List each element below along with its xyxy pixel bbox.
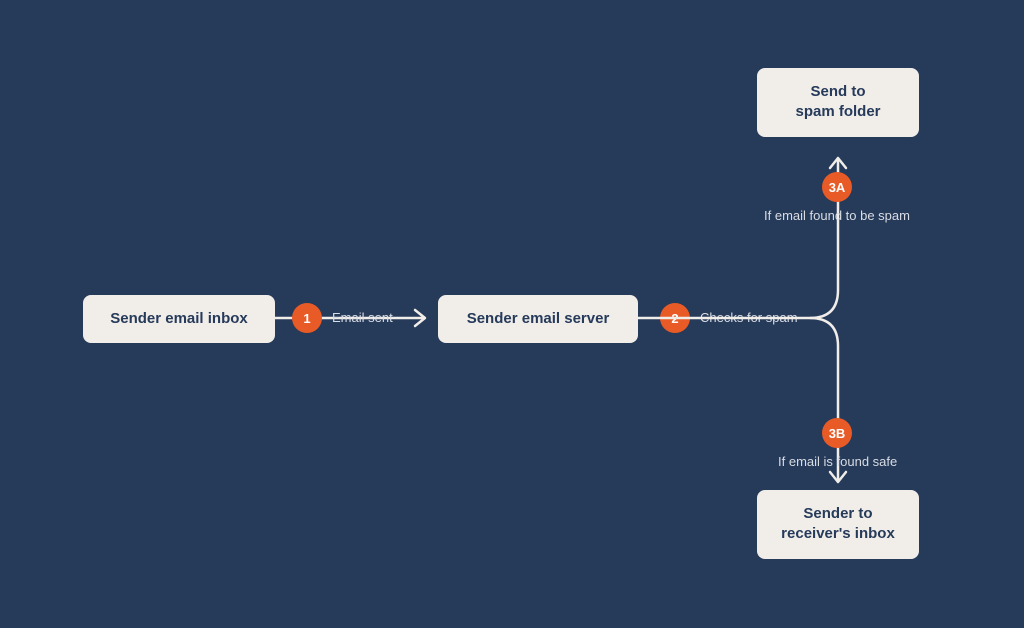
step-badge-3b-num: 3B: [829, 426, 846, 441]
step-badge-2-num: 2: [671, 311, 678, 326]
node-spam-folder-line1: Send to: [779, 82, 897, 102]
node-sender-server-label: Sender email server: [467, 310, 610, 327]
node-sender-server: Sender email server: [438, 295, 638, 343]
step-badge-3b: 3B: [822, 418, 852, 448]
node-sender-inbox: Sender email inbox: [83, 295, 275, 343]
node-receiver-inbox-line2: receiver's inbox: [779, 524, 897, 544]
node-receiver-inbox: Sender to receiver's inbox: [757, 490, 919, 559]
step-label-2: Checks for spam: [700, 310, 798, 325]
step-label-3b: If email is found safe: [778, 454, 897, 469]
node-receiver-inbox-line1: Sender to: [779, 504, 897, 524]
node-spam-folder-line2: spam folder: [779, 102, 897, 122]
step-badge-1-num: 1: [303, 311, 310, 326]
step-label-1: Email sent: [332, 310, 393, 325]
step-badge-2: 2: [660, 303, 690, 333]
node-spam-folder: Send to spam folder: [757, 68, 919, 137]
step-label-3a: If email found to be spam: [764, 208, 910, 223]
step-badge-1: 1: [292, 303, 322, 333]
step-badge-3a: 3A: [822, 172, 852, 202]
node-sender-inbox-label: Sender email inbox: [110, 310, 248, 327]
step-badge-3a-num: 3A: [829, 180, 846, 195]
